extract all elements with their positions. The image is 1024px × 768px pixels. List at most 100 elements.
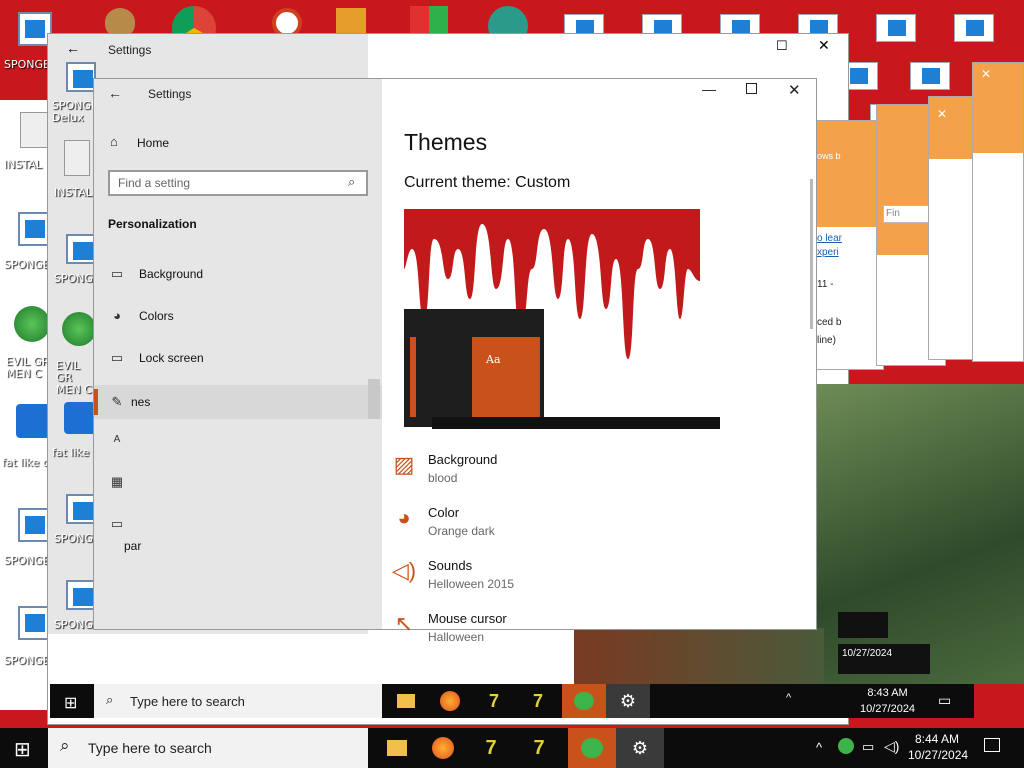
desktop-icon-label: fat like d bbox=[2, 456, 50, 469]
network-icon[interactable]: ▭ bbox=[862, 739, 874, 755]
option-color[interactable]: ◕ Color Orange dark bbox=[390, 505, 494, 538]
back-arrow-icon[interactable]: ← bbox=[108, 85, 122, 101]
desktop-icon-label: EVIL GR MEN C bbox=[56, 359, 92, 396]
settings-gear-icon[interactable]: ⚙ bbox=[616, 728, 664, 768]
cursor-icon: ↖ bbox=[394, 611, 414, 636]
picture-icon: ▭ bbox=[110, 266, 124, 281]
nav-item-taskbar[interactable]: ▭ bbox=[94, 507, 382, 541]
notification-icon[interactable]: ▭ bbox=[938, 692, 951, 709]
sponge-icon[interactable] bbox=[18, 12, 52, 46]
game-scene-bottom bbox=[574, 628, 824, 688]
cascade-window[interactable]: ✕ bbox=[928, 96, 976, 360]
close-icon[interactable]: ✕ bbox=[818, 37, 830, 54]
settings-gear-icon[interactable]: ⚙ bbox=[606, 684, 650, 718]
search-input[interactable]: Find a setting ⌕ bbox=[108, 170, 368, 196]
app-icon[interactable]: 7 bbox=[516, 684, 560, 718]
back-clock[interactable]: 8:43 AM 10/27/2024 bbox=[860, 685, 915, 717]
back-arrow-icon[interactable]: ← bbox=[66, 40, 80, 56]
settings-window[interactable]: ← Settings — ✕ ⌂ Home Find a setting ⌕ P… bbox=[94, 79, 816, 629]
clock-date: 10/27/2024 bbox=[860, 703, 916, 715]
option-background[interactable]: ▨ Background blood bbox=[390, 452, 498, 485]
minimize-icon[interactable]: — bbox=[702, 81, 716, 97]
nav-scrollbar[interactable] bbox=[368, 379, 380, 419]
back-search-box[interactable]: ⌕ Type here to search bbox=[94, 684, 382, 718]
window-icon[interactable] bbox=[954, 14, 994, 42]
game-icon[interactable] bbox=[64, 402, 96, 434]
people-icon[interactable] bbox=[562, 684, 606, 718]
desktop-icon-label: SPONGE bbox=[4, 654, 50, 667]
desktop-icon-label: fat like d bbox=[52, 446, 100, 459]
nav-item-start[interactable]: ▦ bbox=[94, 465, 382, 499]
window-icon[interactable] bbox=[910, 62, 950, 90]
nav-item-lock-screen[interactable]: ▭ Lock screen bbox=[94, 341, 382, 375]
document-icon[interactable] bbox=[64, 140, 90, 176]
nav-item-themes[interactable]: ✎ nes bbox=[94, 385, 382, 419]
selection-indicator bbox=[94, 389, 98, 415]
windows-logo-icon[interactable]: ⊞ bbox=[64, 693, 77, 713]
maximize-icon[interactable]: ☐ bbox=[776, 38, 788, 54]
clock[interactable]: 8:44 AM 10/27/2024 bbox=[908, 731, 968, 763]
close-icon[interactable]: ✕ bbox=[981, 67, 991, 81]
home-link[interactable]: Home bbox=[137, 136, 169, 150]
chevron-up-icon[interactable]: ^ bbox=[786, 692, 791, 704]
taskbar-icon: ▭ bbox=[110, 516, 124, 531]
people-tray-icon[interactable] bbox=[838, 738, 854, 754]
maximize-icon[interactable] bbox=[746, 83, 757, 94]
search-box[interactable]: ⌕ Type here to search bbox=[48, 728, 368, 768]
people-icon[interactable] bbox=[568, 728, 616, 768]
document-icon[interactable] bbox=[20, 112, 48, 148]
sponge-icon[interactable] bbox=[66, 580, 96, 610]
sponge-icon[interactable] bbox=[66, 234, 96, 264]
people-icon[interactable] bbox=[62, 312, 96, 346]
taskbar: ⊞ ⌕ Type here to search 7 7 ⚙ ^ ▭ ◁) 8:4… bbox=[0, 728, 1024, 768]
cascade-link[interactable]: o lear bbox=[817, 233, 842, 244]
firefox-icon[interactable] bbox=[420, 728, 466, 768]
palette-icon: ◕ bbox=[113, 308, 121, 323]
cascade-window[interactable]: ows b o lear xperi 11 - ced b line) bbox=[812, 120, 884, 370]
preview-taskbar bbox=[432, 417, 700, 429]
option-value: blood bbox=[428, 471, 458, 485]
chevron-up-icon[interactable]: ^ bbox=[816, 740, 822, 755]
firefox-icon[interactable] bbox=[428, 684, 472, 718]
app-icon[interactable]: 7 bbox=[468, 728, 514, 768]
file-explorer-icon[interactable] bbox=[374, 728, 420, 768]
close-icon[interactable]: ✕ bbox=[788, 81, 801, 99]
content-scrollbar[interactable] bbox=[810, 179, 813, 329]
windows-logo-icon[interactable]: ⊞ bbox=[14, 737, 31, 762]
option-title: Sounds bbox=[428, 558, 473, 573]
app-icon[interactable]: 7 bbox=[516, 728, 562, 768]
window-icon[interactable] bbox=[876, 14, 916, 42]
close-icon[interactable]: ✕ bbox=[937, 107, 947, 121]
option-mouse-cursor[interactable]: ↖ Mouse cursor Halloween bbox=[390, 611, 507, 644]
sponge-icon[interactable] bbox=[66, 494, 96, 524]
cascade-window-text: ows b bbox=[817, 151, 841, 161]
cascade-link[interactable]: xperi bbox=[817, 247, 839, 258]
search-placeholder: Type here to search bbox=[88, 740, 212, 756]
sponge-icon[interactable] bbox=[18, 606, 52, 640]
file-explorer-icon[interactable] bbox=[384, 684, 428, 718]
desktop-icon-label: INSTAL bbox=[4, 158, 42, 171]
people-icon[interactable] bbox=[14, 306, 50, 342]
clock-time: 8:43 AM bbox=[867, 687, 908, 699]
search-placeholder: Find a setting bbox=[118, 176, 191, 190]
option-sounds[interactable]: ◁) Sounds Helloween 2015 bbox=[390, 558, 514, 591]
sponge-icon[interactable] bbox=[66, 62, 96, 92]
bag-icon[interactable] bbox=[105, 8, 135, 36]
lock-screen-icon: ▭ bbox=[110, 350, 124, 365]
sponge-icon[interactable] bbox=[18, 508, 52, 542]
cascade-search[interactable]: Fin bbox=[883, 205, 931, 223]
page-title: Themes bbox=[404, 129, 488, 155]
nav-item-fonts[interactable]: A bbox=[94, 423, 382, 457]
search-icon: ⌕ bbox=[348, 174, 356, 189]
cascade-text: line) bbox=[817, 335, 836, 346]
sponge-icon[interactable] bbox=[18, 212, 52, 246]
notification-icon[interactable] bbox=[984, 738, 1000, 752]
game-icon[interactable] bbox=[16, 404, 50, 438]
app-icon[interactable]: 7 bbox=[472, 684, 516, 718]
cascade-window[interactable]: ✕ bbox=[972, 62, 1024, 362]
nav-item-background[interactable]: ▭ Background bbox=[94, 257, 382, 291]
nav-item-colors[interactable]: ◕ Colors bbox=[94, 299, 382, 333]
themes-icon: ✎ bbox=[111, 394, 123, 409]
volume-icon[interactable]: ◁) bbox=[884, 738, 899, 755]
theme-preview[interactable]: Aa bbox=[404, 209, 700, 429]
